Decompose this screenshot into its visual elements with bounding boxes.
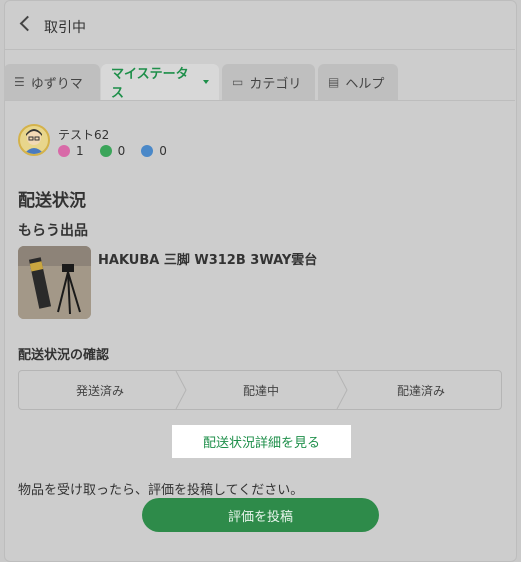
avatar[interactable] <box>18 124 50 156</box>
list-icon: ☰ <box>14 75 25 89</box>
good-count: 1 <box>76 144 84 158</box>
rating-notice: 物品を受け取ったら、評価を投稿してください。 <box>18 483 304 498</box>
product-heading: もらう出品 <box>18 223 88 239</box>
tab-help[interactable]: ▤ ヘルプ <box>318 64 398 100</box>
tab-my-status[interactable]: マイステータス <box>101 64 219 101</box>
user-name[interactable]: テスト62 <box>58 126 109 143</box>
folder-icon: ▭ <box>232 75 244 89</box>
user-ratings: 1 0 0 <box>58 144 183 158</box>
section-title: 配送状況 <box>18 191 86 211</box>
step-shipped: 発送済み <box>75 383 124 398</box>
tab-label: ゆずりマ <box>30 76 83 92</box>
tab-label: マイステータス <box>111 67 189 101</box>
shipping-confirm-heading: 配送状況の確認 <box>18 348 110 363</box>
product-name[interactable]: HAKUBA 三脚 W312B 3WAY雲台 <box>98 249 317 268</box>
tab-label: カテゴリ <box>249 76 302 92</box>
sad-face-icon <box>141 145 154 157</box>
tab-bar: ☰ ゆずりマ マイステータス ▭ カテゴリ ▤ ヘルプ <box>4 64 515 101</box>
shipping-progress-steps: 発送済み 配達中 配達済み <box>18 370 502 410</box>
neutral-face-icon <box>99 145 112 157</box>
step-in-delivery: 配達中 <box>242 383 279 398</box>
normal-count: 0 <box>117 144 126 158</box>
tabs-divider <box>4 100 515 101</box>
tab-label: ヘルプ <box>345 76 385 92</box>
shipping-detail-link[interactable]: 配送状況詳細を見る <box>172 425 351 458</box>
caret-down-icon <box>203 80 209 84</box>
submit-rating-button[interactable]: 評価を投稿 <box>142 498 379 532</box>
book-icon: ▤ <box>328 75 340 89</box>
bad-count: 0 <box>159 144 167 158</box>
tab-category[interactable]: ▭ カテゴリ <box>222 64 315 100</box>
product-thumbnail[interactable] <box>18 246 91 319</box>
smile-icon <box>58 145 70 157</box>
page-header: 取引中 <box>4 0 515 50</box>
back-chevron-icon[interactable] <box>19 15 36 32</box>
page-title: 取引中 <box>44 20 86 36</box>
step-delivered: 配達済み <box>396 383 445 398</box>
tab-yuzurima[interactable]: ☰ ゆずりマ <box>4 64 100 100</box>
